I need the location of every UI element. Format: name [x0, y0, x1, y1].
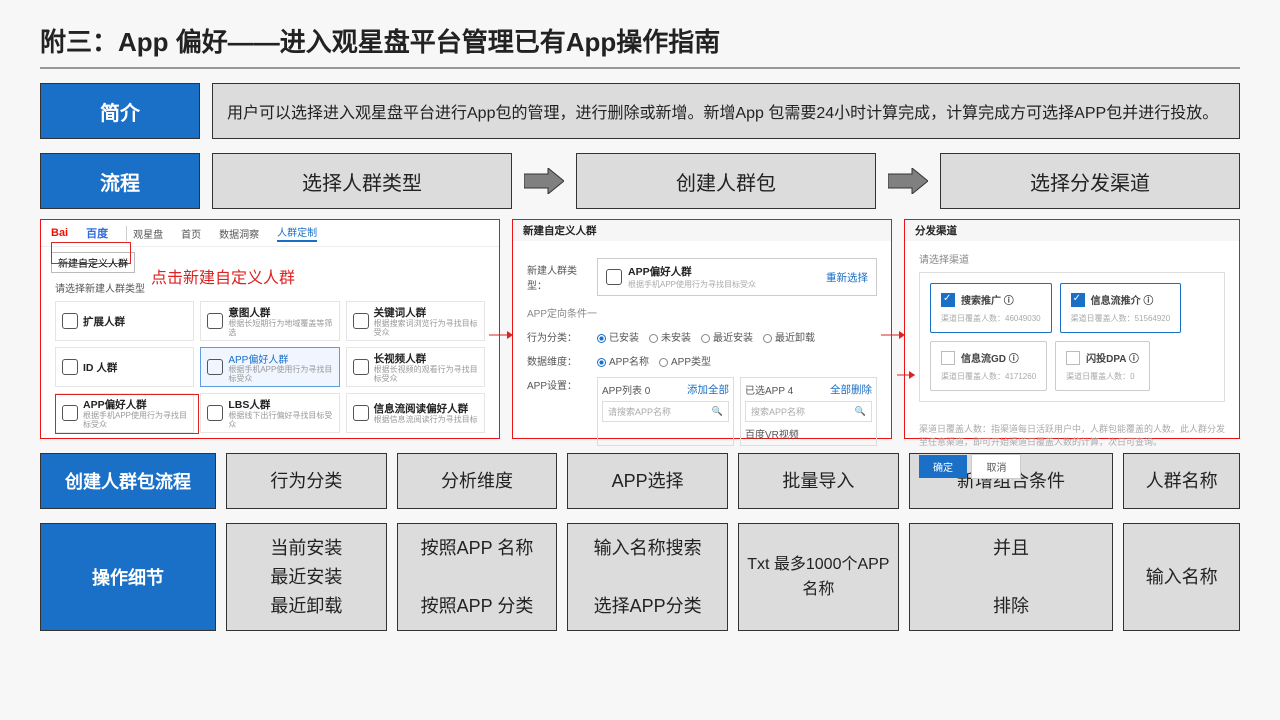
det-5: 并且 排除 [909, 523, 1114, 631]
screenshot-distribute: 分发渠道 请选择渠道 搜索推广 ⓘ渠道日覆盖人数：46049030信息流推介 ⓘ… [904, 219, 1240, 439]
intro-text: 用户可以选择进入观星盘平台进行App包的管理，进行删除或新增。新增App 包需要… [212, 83, 1240, 139]
hdr-1: 行为分类 [226, 453, 387, 509]
det-2: 按照APP 名称 按照APP 分类 [397, 523, 558, 631]
screenshot-select-type: Bai百度 观星盘 首页 数据洞察 人群定制 新建自定义人群 点击新建自定义人群… [40, 219, 500, 439]
screenshot-create-pack: 新建自定义人群 新建人群类型： APP偏好人群根据手机APP使用行为寻找目标受众… [512, 219, 892, 439]
det-6: 输入名称 [1123, 523, 1240, 631]
flow-step-2: 创建人群包 [576, 153, 876, 209]
cancel-button[interactable]: 取消 [971, 454, 1021, 479]
detail-label: 操作细节 [40, 523, 216, 631]
create-flow-label: 创建人群包流程 [40, 453, 216, 509]
det-1: 当前安装最近安装最近卸载 [226, 523, 387, 631]
flow-step-1: 选择人群类型 [212, 153, 512, 209]
arrow-icon [888, 153, 928, 209]
det-3: 输入名称搜索 选择APP分类 [567, 523, 728, 631]
flow-step-3: 选择分发渠道 [940, 153, 1240, 209]
confirm-button[interactable]: 确定 [919, 455, 967, 478]
annotation-text: 点击新建自定义人群 [151, 264, 295, 288]
intro-label: 简介 [40, 83, 200, 139]
flow-label: 流程 [40, 153, 200, 209]
page-title: 附三：App 偏好——进入观星盘平台管理已有App操作指南 [40, 22, 1240, 69]
det-4: Txt 最多1000个APP名称 [738, 523, 899, 631]
arrow-icon [524, 153, 564, 209]
